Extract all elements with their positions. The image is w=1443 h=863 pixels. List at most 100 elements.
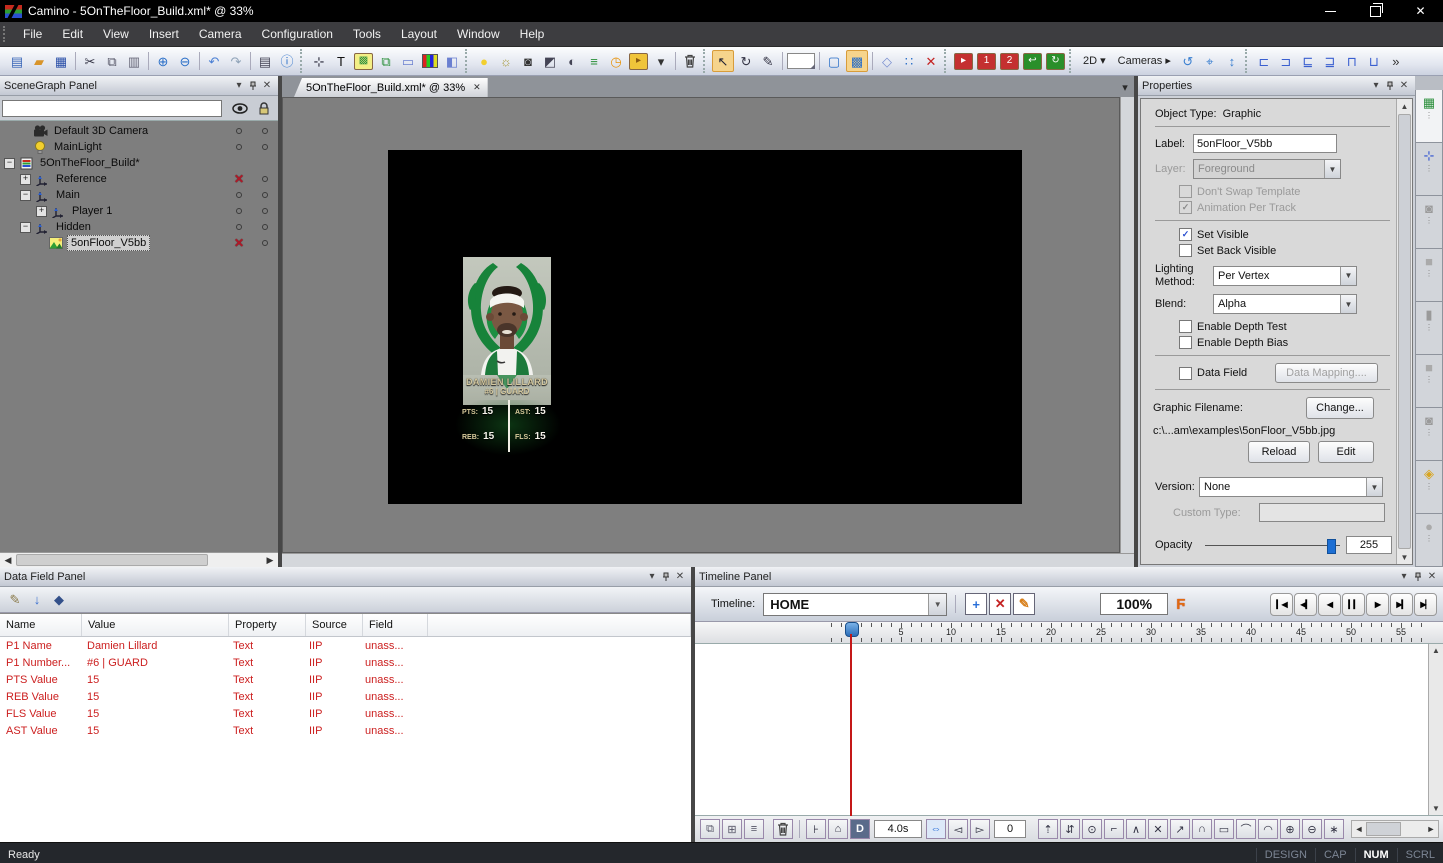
tvtest-tool-icon[interactable] [420, 51, 440, 71]
duration-mode-button[interactable]: D [850, 819, 870, 839]
paste-anim-button[interactable]: ⊞ [722, 819, 742, 839]
mask-tool-icon[interactable]: ◩ [540, 51, 560, 71]
tree-expander-icon[interactable]: + [20, 174, 31, 185]
set-back-visible-checkbox[interactable] [1179, 244, 1192, 257]
open-folder-icon[interactable]: ▰ [29, 51, 49, 71]
panel-pin-icon[interactable] [1383, 79, 1397, 92]
menu-help[interactable]: Help [510, 23, 555, 46]
timeline-ruler[interactable]: 510152025303540455055 [695, 622, 1443, 644]
properties-vscrollbar[interactable]: ▲ ▼ [1396, 99, 1412, 564]
rail-texture-icon[interactable]: ■⋮ [1415, 355, 1443, 408]
frame-select-icon[interactable]: ▢ [824, 51, 844, 71]
data-field-checkbox[interactable] [1179, 367, 1192, 380]
step-forward-button[interactable]: ▶▎ [1390, 593, 1413, 616]
timeline-content[interactable]: ▲ ▼ [695, 644, 1443, 815]
run-preview-icon[interactable]: Ϝ [1176, 596, 1185, 613]
text-tool-icon[interactable]: T [331, 51, 351, 71]
timeline-vscrollbar[interactable]: ▲ ▼ [1428, 644, 1443, 815]
visibility-cell[interactable] [226, 144, 252, 150]
menu-layout[interactable]: Layout [391, 23, 447, 46]
rotate-tool-icon[interactable]: ↻ [736, 51, 756, 71]
tree-row-default-3d-camera[interactable]: Default 3D Camera [0, 123, 278, 139]
table-row[interactable]: PTS Value15TextIIPunass... [0, 671, 691, 688]
align-middle-icon[interactable]: ⊓ [1342, 51, 1362, 71]
edit-keys-button[interactable]: ∗ [1324, 819, 1344, 839]
blend-select[interactable]: Alpha ▼ [1213, 294, 1357, 314]
align-top-icon[interactable]: ⊒ [1320, 51, 1340, 71]
paste-icon[interactable]: ▥ [124, 51, 144, 71]
depth-bias-checkbox[interactable] [1179, 336, 1192, 349]
scroll-thumb[interactable] [1366, 822, 1401, 836]
status-mode-num[interactable]: NUM [1355, 848, 1397, 862]
rec-green-back-icon[interactable]: ↩ [1023, 53, 1042, 70]
lock-cell[interactable] [252, 208, 278, 214]
scroll-down-icon[interactable]: ▼ [1429, 802, 1443, 815]
rec-red-2-icon[interactable]: 2 [1000, 53, 1019, 70]
select-tool-icon[interactable]: ↖ [712, 50, 734, 72]
cube-small-icon[interactable]: ◇ [877, 51, 897, 71]
color-swatch-icon[interactable] [787, 51, 815, 71]
menu-insert[interactable]: Insert [139, 23, 189, 46]
tree-expander-icon[interactable]: − [4, 158, 15, 169]
tree-row-5onfloor-v5bb[interactable]: 5onFloor_V5bb✕ [0, 235, 278, 251]
rail-sphere-icon[interactable]: ●⋮ [1415, 514, 1443, 567]
lock-cell[interactable] [252, 128, 278, 134]
tree-row-mainlight[interactable]: MainLight [0, 139, 278, 155]
dolly-camera-icon[interactable]: ↕ [1222, 51, 1242, 71]
anim-layers-button[interactable]: ≡ [744, 819, 764, 839]
menu-configuration[interactable]: Configuration [252, 23, 343, 46]
scroll-down-icon[interactable]: ▼ [1401, 550, 1409, 564]
lock-cell[interactable] [252, 236, 278, 250]
scroll-up-icon[interactable]: ▲ [1401, 99, 1409, 113]
rail-datafield-icon[interactable]: ▦⋮ [1415, 90, 1443, 143]
panel-close-icon[interactable]: ✕ [1425, 570, 1439, 583]
set-visible-checkbox[interactable]: ✓ [1179, 228, 1192, 241]
tree-expander-icon[interactable]: − [20, 222, 31, 233]
about-icon[interactable]: ⓘ [277, 51, 297, 71]
rect-tool-icon[interactable]: ▭ [398, 51, 418, 71]
visibility-cell[interactable] [226, 224, 252, 230]
play-back-button[interactable]: ◀ [1318, 593, 1341, 616]
tree-row-reference[interactable]: +Reference✕ [0, 171, 278, 187]
vertex-tool-icon[interactable]: ∷ [899, 51, 919, 71]
opacity-slider[interactable] [1205, 545, 1340, 546]
curve-b-button[interactable]: ◠ [1258, 819, 1278, 839]
panel-menu-icon[interactable]: ▾ [1397, 570, 1411, 583]
panel-pin-icon[interactable] [659, 570, 673, 583]
rail-jar-icon[interactable]: ▮⋮ [1415, 302, 1443, 355]
tree-expander-icon[interactable]: + [36, 206, 47, 217]
mode-2d-dropdown[interactable]: 2D ▾ [1078, 51, 1111, 71]
tab-close-icon[interactable]: ✕ [473, 82, 481, 93]
lock-cell[interactable] [252, 224, 278, 230]
scenegraph-filter-input[interactable] [2, 100, 222, 117]
dropdown-arrow-icon[interactable]: ▾ [651, 51, 671, 71]
column-header-field[interactable]: Field [363, 614, 428, 636]
key-lock-button[interactable]: ⊙ [1082, 819, 1102, 839]
column-header-property[interactable]: Property [229, 614, 306, 636]
column-header-name[interactable]: Name [0, 614, 82, 636]
new-file-icon[interactable]: ▤ [7, 51, 27, 71]
play-button[interactable]: ▶ [1366, 593, 1389, 616]
sort-fields-icon[interactable]: ↓ [27, 590, 47, 610]
render-canvas[interactable]: DAMIEN LILLARD #6 | GUARD PTS: 15 A [388, 150, 1022, 504]
visibility-cell[interactable]: ✕ [226, 236, 252, 250]
zoom-keys-in-button[interactable]: ⊕ [1280, 819, 1300, 839]
visibility-column-icon[interactable] [228, 99, 252, 117]
interp-accel-button[interactable]: ↗ [1170, 819, 1190, 839]
reload-button[interactable]: Reload [1248, 441, 1310, 463]
copy-anim-button[interactable]: ⧉ [700, 819, 720, 839]
menu-edit[interactable]: Edit [52, 23, 93, 46]
zoom-in-icon[interactable]: ⊕ [153, 51, 173, 71]
viewport-hscrollbar[interactable] [282, 553, 1134, 567]
lock-column-icon[interactable] [252, 99, 276, 117]
lock-cell[interactable] [252, 144, 278, 150]
video-tool-icon[interactable]: ▸ [629, 53, 648, 70]
panel-menu-icon[interactable]: ▾ [232, 79, 246, 92]
tree-row-5onthefloor-build-[interactable]: −5OnTheFloor_Build* [0, 155, 278, 171]
image-tool-icon[interactable]: ▩ [354, 53, 373, 70]
go-end-button[interactable]: ▶▏ [1414, 593, 1437, 616]
duration-field[interactable]: 4.0s [874, 820, 922, 838]
orbit-camera-icon[interactable]: ↺ [1178, 51, 1198, 71]
table-row[interactable]: REB Value15TextIIPunass... [0, 688, 691, 705]
status-mode-design[interactable]: DESIGN [1256, 848, 1315, 862]
